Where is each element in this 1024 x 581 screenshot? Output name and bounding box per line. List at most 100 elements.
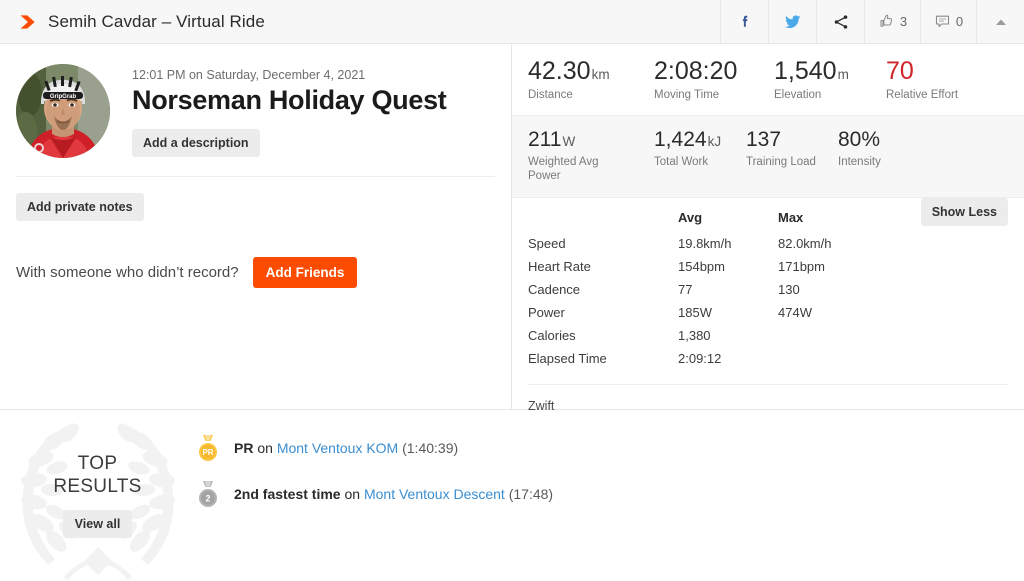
col-metric	[528, 206, 678, 232]
activity-page: Semih Cavdar – Virtual Ride 3 0 GripGrab…	[0, 0, 1024, 581]
svg-text:PR: PR	[202, 448, 213, 457]
stat-weighted-avg-power-label: Weighted Avg Power	[528, 155, 599, 183]
list-item: 2 2nd fastest time on Mont Ventoux Desce…	[195, 480, 1024, 508]
segment-link-mont-ventoux-descent[interactable]: Mont Ventoux Descent	[364, 486, 505, 502]
stat-distance-value: 42.30	[528, 57, 591, 85]
top-results-title-line2: RESULTS	[53, 476, 142, 497]
show-less-button[interactable]: Show Less	[920, 198, 1008, 227]
activity-meta: 12:01 PM on Saturday, December 4, 2021 N…	[110, 64, 447, 158]
stat-intensity-value: 80%	[838, 127, 881, 151]
stat-training-load: 137 Training Load	[746, 127, 838, 184]
stat-relative-effort-label: Relative Effort	[886, 89, 959, 102]
row-label-power: Power	[528, 305, 565, 321]
top-results-label-group: TOP RESULTS View all	[53, 452, 142, 539]
svg-text:2: 2	[205, 493, 210, 503]
stat-distance-label: Distance	[528, 89, 573, 102]
strava-chevron-icon	[18, 12, 38, 32]
row-max-cadence: 130	[778, 282, 800, 298]
activity-header: Semih Cavdar – Virtual Ride 3 0	[0, 0, 1024, 44]
share-button[interactable]	[816, 0, 864, 43]
collapse-button[interactable]	[976, 0, 1024, 43]
activity-main: GripGrab 12:01 PM on Saturday, December …	[0, 44, 1024, 413]
add-friends-prompt: With someone who didn’t record?	[16, 264, 239, 281]
result-prefix: 2nd fastest time	[234, 486, 341, 502]
col-avg: Avg	[678, 210, 703, 226]
twitter-icon	[783, 12, 803, 32]
segment-link-mont-ventoux-kom[interactable]: Mont Ventoux KOM	[277, 440, 398, 456]
row-label-heart-rate: Heart Rate	[528, 259, 591, 275]
col-max: Max	[778, 210, 804, 226]
row-max-elapsed-time	[778, 347, 868, 370]
detailed-stats-table: Show Less Avg Max Speed 19.8km/h 82.0km/…	[512, 198, 1024, 370]
table-row: Cadence 77 130	[528, 278, 868, 301]
table-row: Elapsed Time 2:09:12	[528, 347, 868, 370]
stat-elevation-value: 1,540	[774, 57, 837, 85]
stat-elevation: 1,540m Elevation	[774, 58, 886, 103]
row-avg-cadence: 77	[678, 282, 693, 298]
activity-stats-column: 42.30km Distance 2:08:20 Moving Time 1,5…	[512, 44, 1024, 413]
stat-total-work: 1,424kJ Total Work	[654, 127, 746, 184]
stat-distance: 42.30km Distance	[528, 58, 654, 103]
kudos-count: 3	[899, 14, 908, 29]
comments-button[interactable]: 0	[920, 0, 976, 43]
add-description-button[interactable]: Add a description	[132, 129, 260, 158]
facebook-icon	[736, 13, 754, 31]
avatar[interactable]: GripGrab	[16, 64, 110, 158]
add-private-notes-button[interactable]: Add private notes	[16, 193, 144, 221]
stat-relative-effort: 70 Relative Effort	[886, 58, 958, 103]
row-label-elapsed-time: Elapsed Time	[528, 351, 607, 367]
table-row: Power 185W 474W	[528, 301, 868, 324]
pr-medal-icon: PR	[195, 434, 221, 462]
result-text: 2nd fastest time on Mont Ventoux Descent…	[234, 486, 553, 502]
primary-stats-row: 42.30km Distance 2:08:20 Moving Time 1,5…	[512, 44, 1024, 116]
result-time: (1:40:39)	[402, 440, 459, 456]
activity-detail-column: GripGrab 12:01 PM on Saturday, December …	[0, 44, 512, 409]
row-avg-power: 185W	[678, 305, 712, 321]
stat-moving-time: 2:08:20 Moving Time	[654, 58, 774, 103]
facebook-share-button[interactable]	[720, 0, 768, 43]
row-max-speed: 82.0km/h	[778, 236, 832, 252]
result-text: PR on Mont Ventoux KOM (1:40:39)	[234, 440, 458, 456]
result-prefix: PR	[234, 440, 254, 456]
row-label-speed: Speed	[528, 236, 566, 252]
header-title-group: Semih Cavdar – Virtual Ride	[0, 0, 720, 43]
add-friends-button[interactable]: Add Friends	[252, 257, 358, 288]
table-row: Speed 19.8km/h 82.0km/h	[528, 232, 868, 255]
table-row: Heart Rate 154bpm 171bpm	[528, 255, 868, 278]
comments-count: 0	[955, 14, 964, 29]
stats-table: Avg Max Speed 19.8km/h 82.0km/h Heart Ra…	[528, 206, 868, 370]
avatar-photo: GripGrab	[16, 64, 110, 158]
stat-elevation-label: Elevation	[774, 89, 822, 102]
stat-weighted-avg-power: 211W Weighted Avg Power	[528, 127, 654, 184]
result-time: (17:48)	[508, 486, 554, 502]
table-header-row: Avg Max	[528, 206, 868, 232]
header-actions: 3 0	[720, 0, 1024, 43]
stat-training-load-label: Training Load	[746, 155, 816, 168]
twitter-share-button[interactable]	[768, 0, 816, 43]
view-all-button[interactable]: View all	[62, 510, 133, 539]
list-item: PR PR on Mont Ventoux KOM (1:40:39)	[195, 434, 1024, 462]
stat-total-work-value: 1,424	[654, 127, 707, 151]
add-friends-row: With someone who didn’t record? Add Frie…	[16, 221, 495, 288]
kudos-button[interactable]: 3	[864, 0, 920, 43]
row-label-calories: Calories	[528, 328, 576, 344]
share-icon	[832, 13, 850, 31]
activity-datetime: 12:01 PM on Saturday, December 4, 2021	[132, 68, 366, 82]
stat-moving-time-value: 2:08:20	[654, 57, 738, 85]
stat-intensity: 80% Intensity	[838, 127, 881, 184]
stat-training-load-value: 137	[746, 127, 782, 151]
athlete-row: GripGrab 12:01 PM on Saturday, December …	[16, 64, 495, 158]
result-connector: on	[253, 440, 277, 456]
row-avg-heart-rate: 154bpm	[678, 259, 725, 275]
row-avg-elapsed-time: 2:09:12	[678, 351, 722, 367]
stat-weighted-avg-power-value: 211	[528, 127, 562, 151]
activity-title: Norseman Holiday Quest	[132, 85, 447, 115]
secondary-stats-row: 211W Weighted Avg Power 1,424kJ Total Wo…	[512, 115, 1024, 199]
stat-elevation-unit: m	[837, 67, 849, 82]
svg-text:GripGrab: GripGrab	[50, 94, 77, 100]
row-max-calories	[778, 324, 868, 347]
row-max-heart-rate: 171bpm	[778, 259, 825, 275]
stat-total-work-unit: kJ	[707, 133, 722, 149]
page-title: Semih Cavdar – Virtual Ride	[48, 11, 265, 31]
row-max-power: 474W	[778, 305, 812, 321]
